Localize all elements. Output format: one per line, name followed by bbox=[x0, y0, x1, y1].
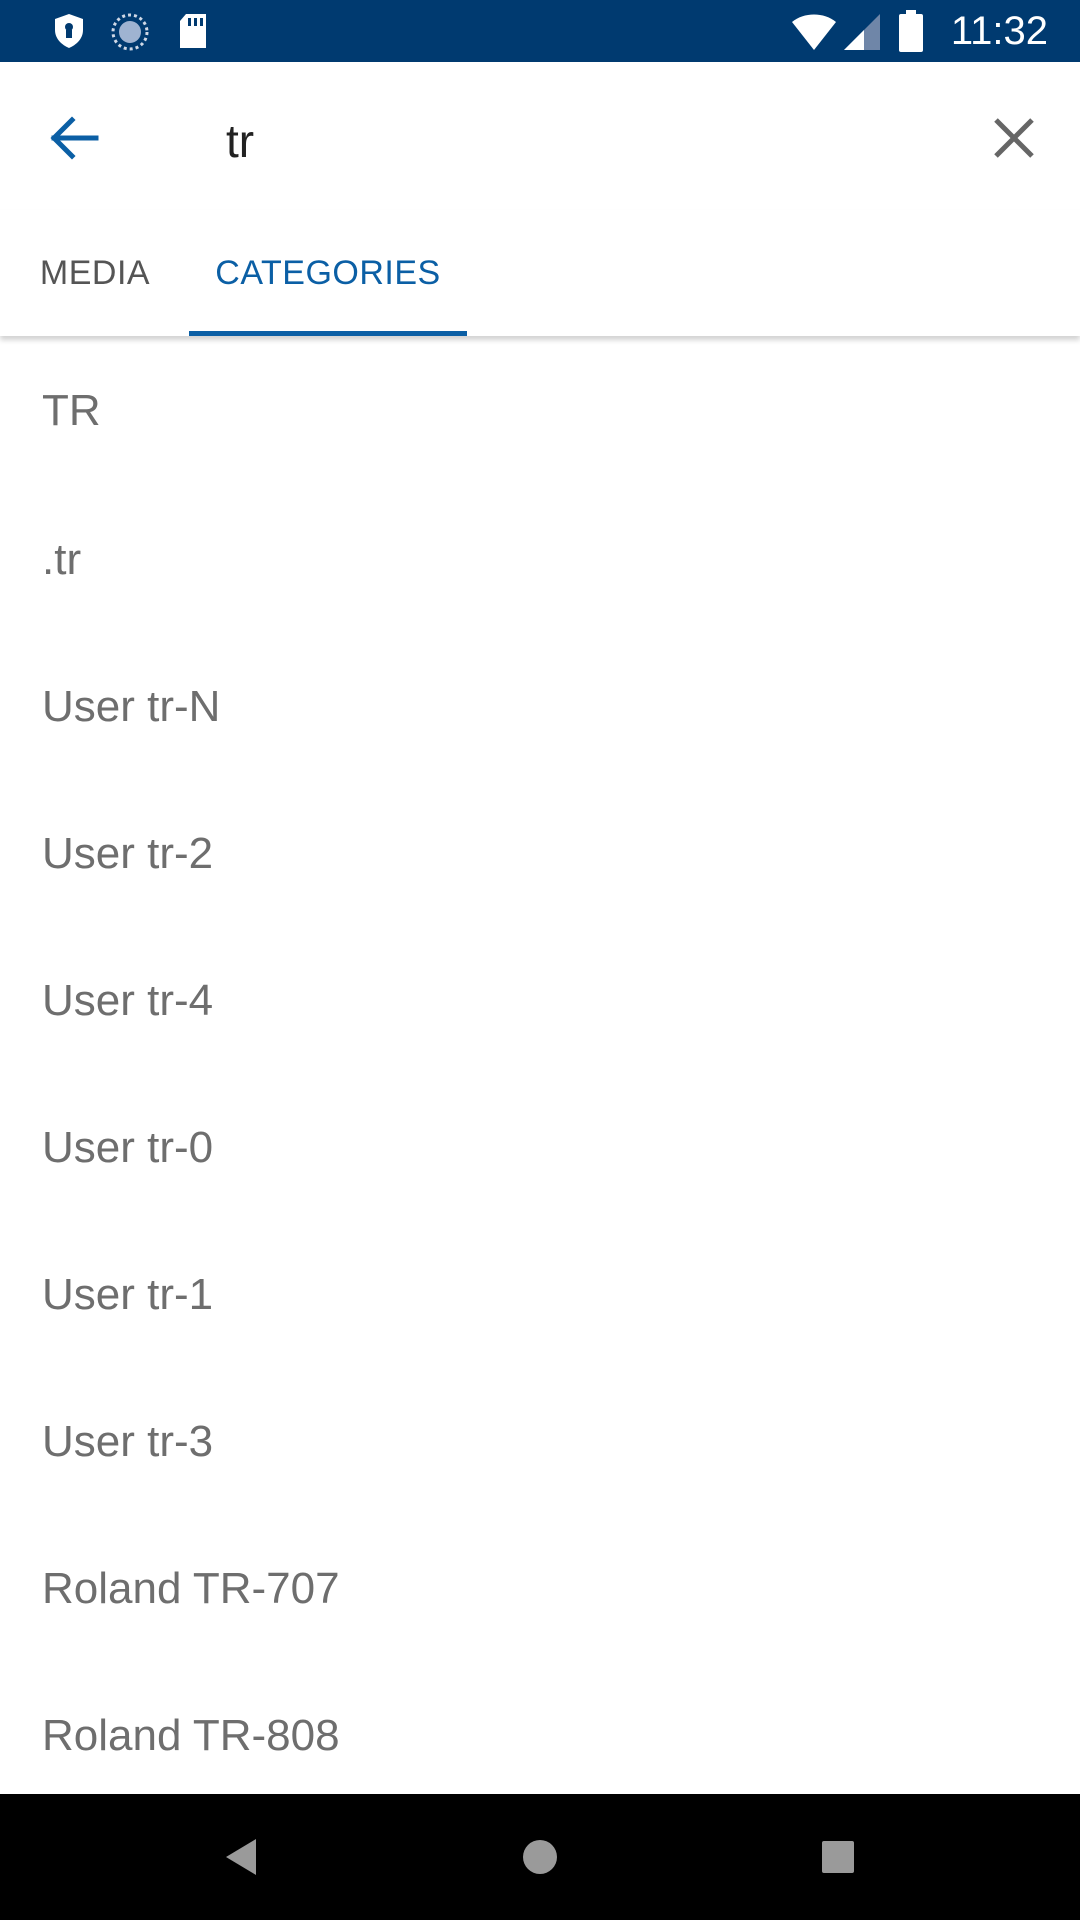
list-item[interactable]: User tr-2 bbox=[0, 780, 1080, 927]
list-item[interactable]: TR bbox=[0, 336, 1080, 486]
close-icon bbox=[978, 118, 1050, 178]
search-toolbar bbox=[0, 62, 1080, 210]
home-circle-icon bbox=[506, 1840, 574, 1895]
arrow-back-icon bbox=[38, 116, 110, 178]
nav-back-button[interactable] bbox=[208, 1823, 276, 1891]
shield-icon bbox=[52, 12, 86, 55]
list-item[interactable]: Roland TR-707 bbox=[0, 1515, 1080, 1662]
list-item[interactable]: User tr-1 bbox=[0, 1221, 1080, 1368]
wifi-icon bbox=[790, 10, 838, 57]
system-navigation-bar bbox=[0, 1794, 1080, 1920]
status-bar: 11:32 bbox=[0, 0, 1080, 62]
list-item[interactable]: User tr-4 bbox=[0, 927, 1080, 1074]
clear-search-button[interactable] bbox=[978, 102, 1050, 174]
recents-square-icon bbox=[804, 1841, 872, 1895]
search-screen: 11:32 MEDIA CATEGORIES TR .tr User tr-N bbox=[0, 0, 1080, 1920]
nav-home-button[interactable] bbox=[506, 1823, 574, 1891]
category-results-list: TR .tr User tr-N User tr-2 User tr-4 Use… bbox=[0, 336, 1080, 1794]
search-tabs: MEDIA CATEGORIES bbox=[0, 210, 1080, 336]
battery-icon bbox=[898, 10, 924, 57]
back-triangle-icon bbox=[208, 1839, 276, 1895]
tab-media[interactable]: MEDIA bbox=[22, 210, 168, 336]
back-button[interactable] bbox=[38, 102, 110, 174]
search-input[interactable] bbox=[226, 106, 946, 176]
status-time: 11:32 bbox=[950, 9, 1048, 53]
list-item[interactable]: User tr-N bbox=[0, 633, 1080, 780]
tab-categories[interactable]: CATEGORIES bbox=[189, 210, 467, 336]
sd-card-icon bbox=[176, 12, 210, 55]
cell-signal-icon bbox=[842, 12, 882, 57]
list-item[interactable]: .tr bbox=[0, 486, 1080, 633]
nav-recents-button[interactable] bbox=[804, 1823, 872, 1891]
list-item[interactable]: Roland TR-808 bbox=[0, 1662, 1080, 1794]
list-item[interactable]: User tr-3 bbox=[0, 1368, 1080, 1515]
list-item[interactable]: User tr-0 bbox=[0, 1074, 1080, 1221]
sync-icon bbox=[110, 12, 150, 57]
